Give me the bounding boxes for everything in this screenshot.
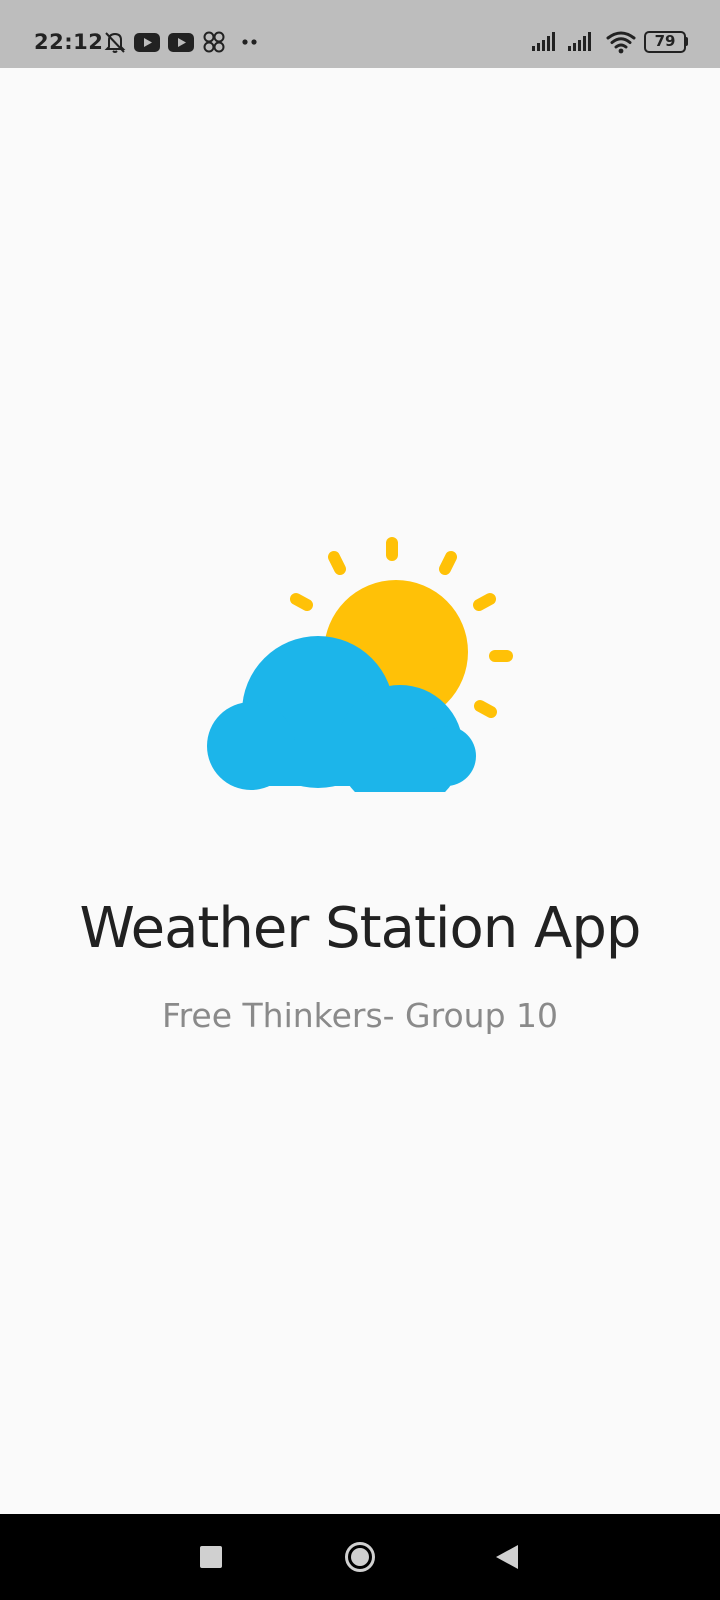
app-title: Weather Station App xyxy=(79,896,642,961)
back-triangle-icon xyxy=(496,1545,518,1569)
signal-icon xyxy=(568,32,591,51)
circle-icon xyxy=(345,1542,375,1572)
navigation-bar xyxy=(0,1514,720,1600)
partly-cloudy-icon xyxy=(207,537,513,792)
square-icon xyxy=(200,1546,222,1568)
wifi-icon xyxy=(606,31,636,54)
youtube-icon xyxy=(168,33,194,52)
app-notification-icon xyxy=(203,31,225,53)
signal-icon xyxy=(532,32,555,51)
home-button[interactable] xyxy=(315,1514,405,1600)
status-bar: 22:12 79 xyxy=(0,0,720,68)
battery-level: 79 xyxy=(654,32,676,50)
splash-screen: Weather Station App Free Thinkers- Group… xyxy=(0,68,720,1514)
status-time: 22:12 xyxy=(34,30,104,54)
youtube-icon xyxy=(134,33,160,52)
battery-icon: 79 xyxy=(644,31,688,53)
app-subtitle: Free Thinkers- Group 10 xyxy=(161,996,559,1035)
back-button[interactable] xyxy=(462,1514,552,1600)
muted-bell-icon xyxy=(104,32,126,53)
recents-button[interactable] xyxy=(166,1514,256,1600)
more-dots-icon xyxy=(242,39,257,45)
